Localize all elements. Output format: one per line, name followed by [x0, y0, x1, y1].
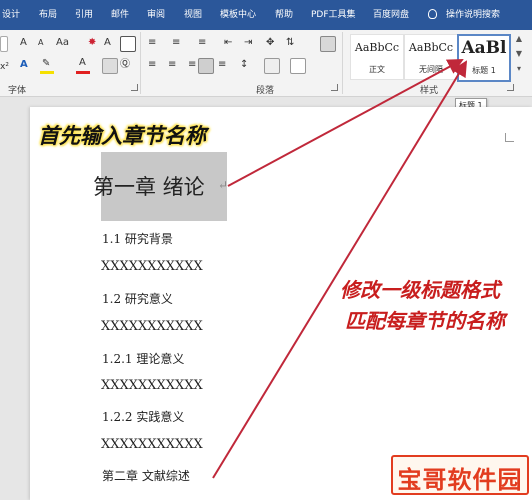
arrow-chapter2-to-style [212, 60, 468, 479]
watermark-logo: 宝哥软件园 [391, 455, 529, 495]
watermark-text: 宝哥软件园 [397, 466, 523, 494]
annotation-arrows [212, 59, 468, 479]
arrow-heading-to-style [227, 59, 464, 187]
